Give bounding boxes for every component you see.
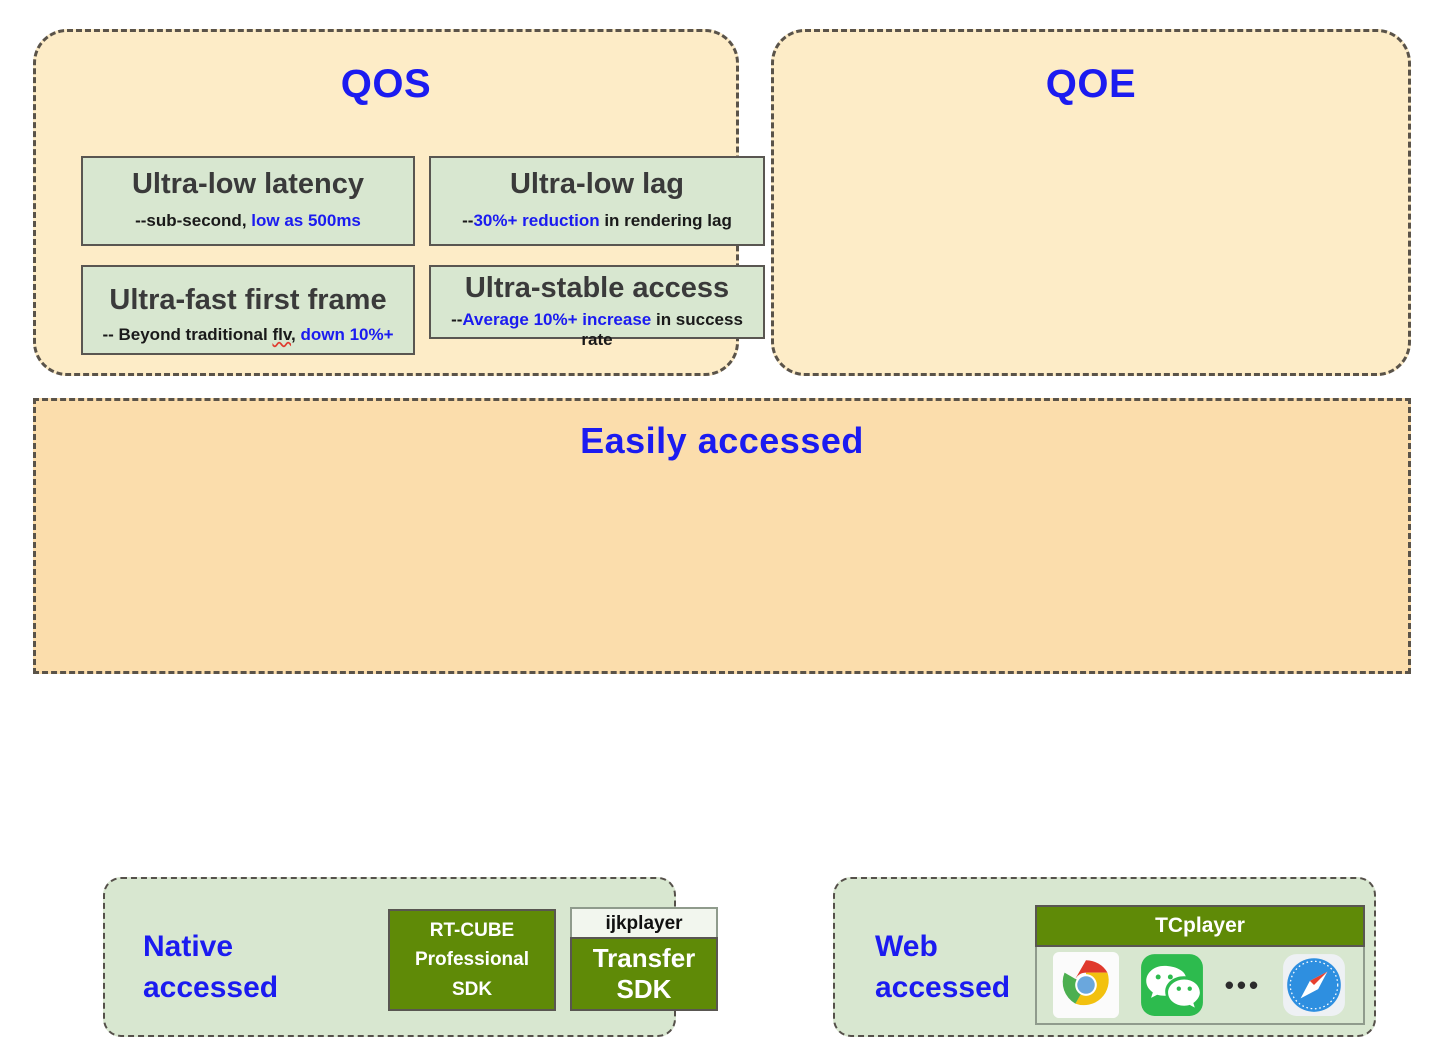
metric-subtitle: --Average 10%+ increase in success rate — [437, 310, 757, 349]
more-browsers-ellipsis: ••• — [1224, 970, 1262, 1000]
web-accessed-label: Web accessed — [875, 930, 1011, 1004]
sdk-line: SDK — [451, 978, 493, 1000]
metric-card-ultra-low-latency: Ultra-low latency --sub-second, low as 5… — [81, 156, 415, 246]
metric-sub-pre: -- — [462, 211, 474, 231]
wechat-icon — [1140, 954, 1203, 1016]
sdk-line: RT-CUBE — [429, 919, 515, 941]
chrome-icon — [1052, 952, 1119, 1018]
metric-card-ultra-stable-access: Ultra-stable access --Average 10%+ incre… — [429, 265, 765, 349]
qos-panel-title: QOS — [340, 62, 432, 106]
metric-sub-post: in rendering lag — [599, 211, 732, 231]
metric-title: Ultra-low latency — [131, 168, 365, 200]
metric-sub-pre: --sub-second, — [135, 211, 252, 231]
web-access-group: Web accessed TCplayer ••• — [833, 877, 1376, 1037]
sdk-line: SDK — [616, 974, 672, 1004]
easily-accessed-title: Easily accessed — [580, 420, 864, 461]
native-access-group: Native accessed RT-CUBE Professional SDK… — [103, 877, 718, 1037]
browser-icon-row: ••• — [1035, 947, 1365, 1025]
metric-sub-pre: -- — [451, 310, 463, 330]
native-accessed-label: Native accessed — [143, 930, 279, 1004]
safari-icon — [1283, 954, 1345, 1016]
tcplayer-title: TCplayer — [1035, 905, 1365, 947]
metric-sub-highlight: Average 10%+ increase — [462, 310, 652, 330]
qoe-panel: QOE E-commerce GMV --Boost 5%+ Penetrati… — [771, 29, 1411, 376]
metric-sub-highlight: low as 500ms — [251, 211, 361, 231]
sdk-line: Transfer — [592, 942, 696, 973]
metric-sub-highlight: 30%+ reduction — [473, 211, 600, 231]
metric-sub-spellcheck-word: flv — [272, 325, 292, 345]
qoe-panel-title: QOE — [1045, 62, 1137, 106]
rt-cube-professional-sdk-tile[interactable]: RT-CUBE Professional SDK — [388, 909, 556, 1011]
metric-subtitle: --30%+ reduction in rendering lag — [437, 211, 757, 231]
metric-sub-highlight: down 10%+ — [300, 325, 394, 345]
metric-title: Ultra-stable access — [464, 272, 730, 304]
tcplayer-card: TCplayer ••• — [1035, 905, 1365, 1025]
metric-title: Ultra-low lag — [509, 168, 684, 200]
metric-card-ultra-fast-first-frame: Ultra-fast first frame -- Beyond traditi… — [81, 265, 415, 355]
metric-sub-pre: -- Beyond traditional — [102, 325, 273, 345]
easily-accessed-panel: Easily accessed Native accessed RT-CUBE … — [33, 398, 1411, 1037]
metric-subtitle: --sub-second, low as 500ms — [89, 211, 407, 231]
metric-title: Ultra-fast first frame — [109, 284, 387, 316]
metric-subtitle: -- Beyond traditional flv, down 10%+ — [89, 325, 407, 345]
sdk-line: Professional — [414, 949, 530, 971]
transfer-sdk-tile[interactable]: Transfer SDK — [570, 937, 718, 1011]
metric-card-ultra-low-lag: Ultra-low lag --30%+ reduction in render… — [429, 156, 765, 246]
ijkplayer-caption: ijkplayer — [570, 907, 718, 939]
qos-panel: QOS Ultra-low latency --sub-second, low … — [33, 29, 765, 376]
